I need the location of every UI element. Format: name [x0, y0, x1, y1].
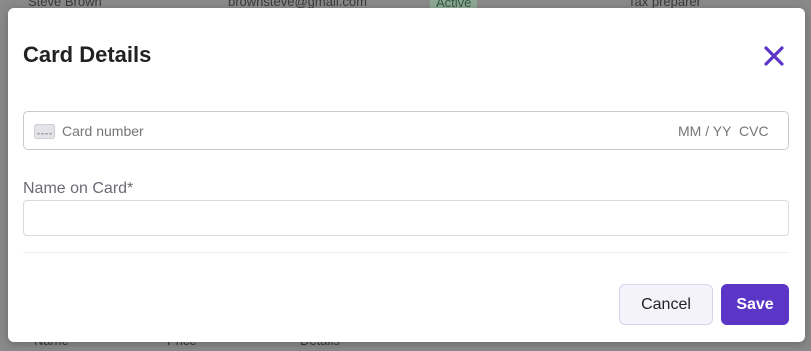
- footer-divider: [23, 252, 789, 253]
- close-icon: [764, 46, 784, 66]
- save-button[interactable]: Save: [721, 284, 789, 325]
- cvc-input[interactable]: [739, 120, 777, 142]
- expiry-input[interactable]: [678, 120, 736, 142]
- name-on-card-label: Name on Card*: [23, 180, 134, 197]
- modal-title: Card Details: [23, 42, 152, 67]
- name-on-card-input[interactable]: [23, 200, 789, 236]
- card-input-field[interactable]: [23, 111, 789, 150]
- cancel-button[interactable]: Cancel: [619, 284, 713, 325]
- credit-card-icon: [34, 124, 55, 139]
- card-number-input[interactable]: [62, 120, 462, 142]
- card-details-modal: Card Details Name on Card* Cancel Save: [8, 8, 805, 342]
- close-button[interactable]: [761, 43, 787, 69]
